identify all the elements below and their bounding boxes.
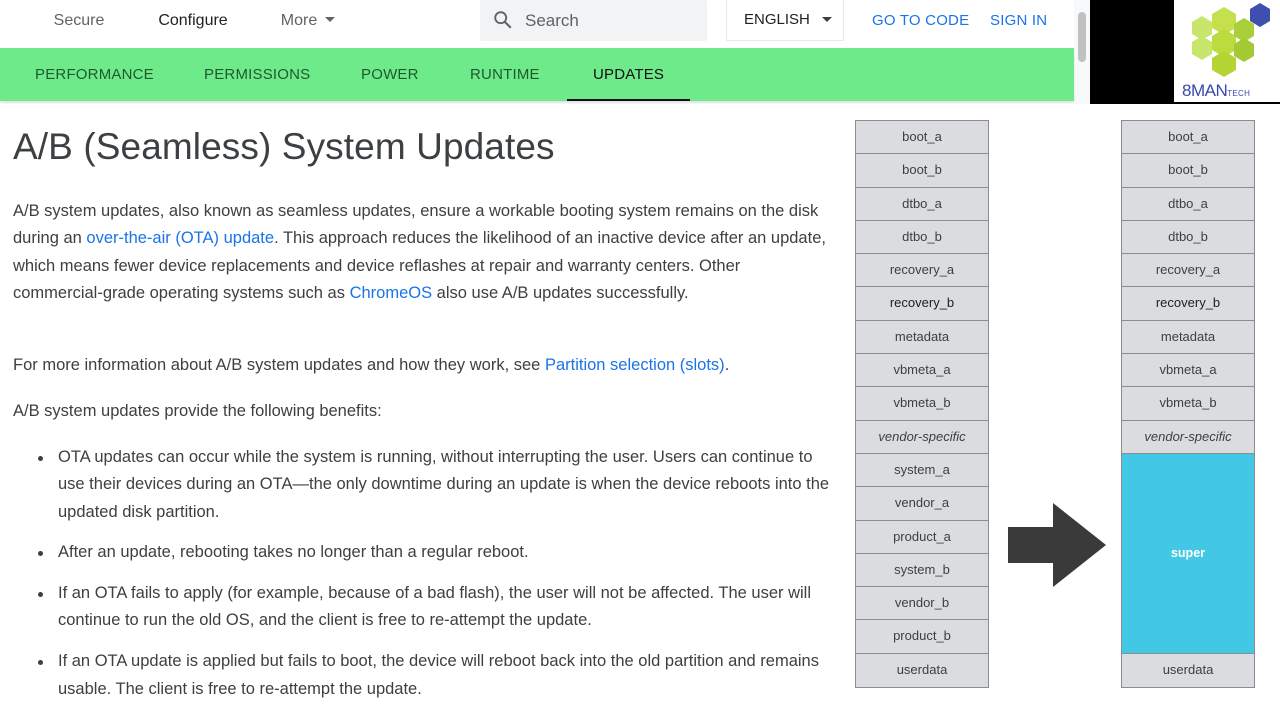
list-item: If an OTA fails to apply (for example, b… xyxy=(13,580,833,635)
hexagon-logo-icon xyxy=(1192,3,1270,77)
go-to-code-link[interactable]: GO TO CODE xyxy=(872,12,969,29)
partition-metadata: metadata xyxy=(1122,320,1254,355)
tab-more-dropdown[interactable]: More xyxy=(268,0,348,48)
partition-boot-b: boot_b xyxy=(1122,154,1254,188)
partition-vendor-specific: vendor-specific xyxy=(856,420,988,454)
video-overlay-black xyxy=(1090,0,1174,104)
partition-super: super xyxy=(1122,453,1254,654)
subnav-tab-power[interactable]: POWER xyxy=(361,48,419,101)
partition-recovery-a: recovery_a xyxy=(1122,254,1254,288)
partition-vbmeta-a: vbmeta_a xyxy=(1122,354,1254,388)
tab-secure[interactable]: Secure xyxy=(40,0,118,48)
partition-selection-link[interactable]: Partition selection (slots) xyxy=(545,356,725,374)
benefits-list: OTA updates can occur while the system i… xyxy=(13,444,843,716)
tab-more-label: More xyxy=(280,12,318,29)
logo-text: 8MANTECH xyxy=(1182,81,1251,100)
chromeos-link[interactable]: ChromeOS xyxy=(350,284,433,302)
partition-boot-b: boot_b xyxy=(856,154,988,188)
partition-metadata: metadata xyxy=(856,320,988,355)
channel-logo: 8MANTECH xyxy=(1174,0,1280,102)
intro-paragraph: A/B system updates, also known as seamle… xyxy=(13,202,826,302)
logo-border xyxy=(1174,102,1280,104)
partition-product-b: product_b xyxy=(856,620,988,654)
partition-recovery-b: recovery_b xyxy=(1122,287,1254,321)
partition-dtbo-b: dtbo_b xyxy=(1122,220,1254,255)
language-select[interactable]: ENGLISH xyxy=(726,0,844,41)
scrollbar-thumb[interactable] xyxy=(1078,12,1086,62)
search-placeholder: Search xyxy=(525,11,579,30)
subnav-tab-runtime[interactable]: RUNTIME xyxy=(470,48,540,101)
list-item: OTA updates can occur while the system i… xyxy=(13,444,833,526)
partition-vbmeta-b: vbmeta_b xyxy=(856,387,988,421)
search-input[interactable]: Search xyxy=(480,0,707,41)
partition-recovery-b: recovery_b xyxy=(856,287,988,321)
subnav-tab-performance[interactable]: PERFORMANCE xyxy=(35,48,154,101)
language-selected: ENGLISH xyxy=(744,11,810,28)
section-subnav: PERFORMANCE PERMISSIONS POWER RUNTIME UP… xyxy=(0,48,1074,101)
partition-product-a: product_a xyxy=(856,520,988,554)
right-arrow-icon xyxy=(1008,503,1106,587)
partition-dtbo-b: dtbo_b xyxy=(856,220,988,255)
subnav-tab-permissions[interactable]: PERMISSIONS xyxy=(204,48,310,101)
caret-down-icon xyxy=(821,16,832,22)
partition-userdata: userdata xyxy=(1122,653,1254,688)
page-scrollbar[interactable] xyxy=(1074,0,1090,104)
caret-down-icon xyxy=(325,17,336,23)
partition-userdata: userdata xyxy=(856,653,988,688)
partition-dtbo-a: dtbo_a xyxy=(856,187,988,221)
partition-dtbo-a: dtbo_a xyxy=(1122,187,1254,221)
partition-boot-a: boot_a xyxy=(1122,121,1254,155)
partition-system-a: system_a xyxy=(856,453,988,488)
sign-in-link[interactable]: SIGN IN xyxy=(990,12,1047,29)
search-icon xyxy=(494,11,512,29)
subnav-tab-updates[interactable]: UPDATES xyxy=(566,48,691,101)
list-item: If an OTA update is applied but fails to… xyxy=(13,648,833,703)
partition-vbmeta-a: vbmeta_a xyxy=(856,354,988,388)
partition-vendor-b: vendor_b xyxy=(856,587,988,621)
benefits-intro: A/B system updates provide the following… xyxy=(13,402,382,420)
partition-vendor-a: vendor_a xyxy=(856,487,988,521)
page-title: A/B (Seamless) System Updates xyxy=(13,126,555,167)
partition-vendor-specific: vendor-specific xyxy=(1122,420,1254,454)
partition-layout-after: boot_a boot_b dtbo_a dtbo_b recovery_a recove… xyxy=(1121,120,1255,689)
ota-update-link[interactable]: over-the-air (OTA) update xyxy=(86,229,274,247)
partition-boot-a: boot_a xyxy=(856,121,988,155)
list-item: After an update, rebooting takes no long… xyxy=(13,539,833,566)
tab-configure-label: Configure xyxy=(158,12,228,29)
top-header: Secure Configure More Search ENGLISH GO … xyxy=(0,0,1074,48)
partition-vbmeta-b: vbmeta_b xyxy=(1122,387,1254,421)
partition-layout-before: boot_a boot_b dtbo_a dtbo_b recovery_a recove… xyxy=(855,120,989,689)
more-info-paragraph: For more information about A/B system up… xyxy=(13,356,730,374)
partition-system-b: system_b xyxy=(856,553,988,588)
tab-configure[interactable]: Configure xyxy=(131,0,255,48)
partition-recovery-a: recovery_a xyxy=(856,254,988,288)
